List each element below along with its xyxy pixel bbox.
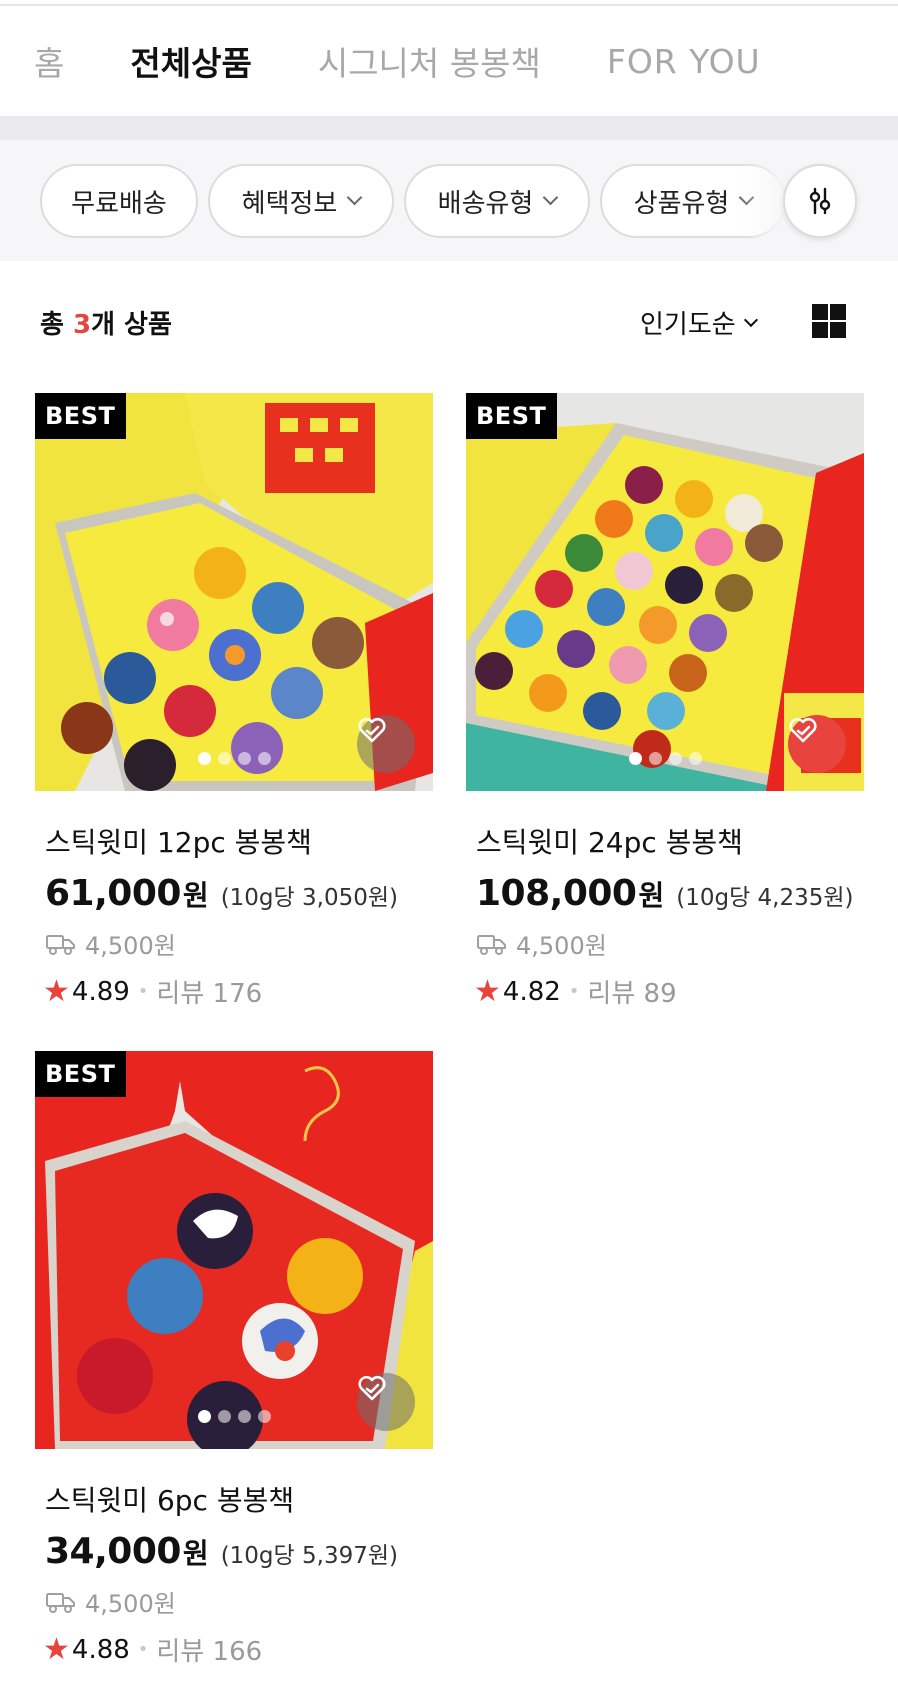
filter-chip-label: 배송유형: [437, 188, 534, 219]
tab-home[interactable]: 홈: [34, 37, 64, 85]
sort-dropdown[interactable]: 인기도순: [640, 304, 758, 341]
filter-settings-button[interactable]: [783, 164, 857, 238]
review-count[interactable]: 리뷰 176: [156, 973, 262, 1010]
heart-check-icon: [358, 1375, 386, 1401]
chevron-down-icon: [739, 189, 755, 206]
rating-row: ★ 4.89 • 리뷰 176: [43, 973, 433, 1010]
best-badge: BEST: [35, 393, 127, 439]
filter-chip-delivery-type[interactable]: 배송유형: [404, 164, 590, 238]
product-name[interactable]: 스틱윗미 6pc 봉봉책: [45, 1479, 433, 1519]
product-image[interactable]: BEST: [466, 393, 864, 791]
product-image[interactable]: BEST: [35, 393, 433, 791]
shipping-fee: 4,500원: [45, 1584, 433, 1619]
star-icon: ★: [43, 1631, 70, 1667]
chevron-down-icon: [543, 189, 559, 206]
best-badge: BEST: [35, 1051, 127, 1097]
product-card[interactable]: BEST 스틱윗미 6pc 봉봉책 34,000 원 (10g당 5,397원)…: [35, 1051, 433, 1668]
price-currency: 원: [182, 879, 209, 912]
rating-row: ★ 4.88 • 리뷰 166: [43, 1631, 433, 1668]
review-count[interactable]: 리뷰 89: [587, 973, 676, 1010]
price-value: 34,000: [45, 1531, 181, 1572]
price-currency: 원: [182, 1537, 209, 1570]
unit-price: (10g당 5,397원): [220, 1543, 398, 1569]
filter-chip-free-shipping[interactable]: 무료배송: [40, 164, 198, 238]
filter-chip-label: 상품유형: [633, 188, 730, 219]
filter-chip-product-type[interactable]: 상품유형: [600, 164, 786, 238]
price-row: 108,000 원 (10g당 4,235원): [476, 873, 864, 914]
separator-dot: •: [568, 981, 580, 1002]
tab-all-products[interactable]: 전체상품: [130, 37, 251, 85]
shipping-fee-value: 4,500원: [85, 1590, 176, 1618]
chevron-down-icon: [347, 189, 363, 206]
product-name[interactable]: 스틱윗미 24pc 봉봉책: [476, 821, 864, 861]
unit-price: (10g당 4,235원): [676, 885, 854, 911]
like-button[interactable]: [357, 715, 415, 773]
rating-row: ★ 4.82 • 리뷰 89: [474, 973, 864, 1010]
separator-dot: •: [137, 981, 149, 1002]
filter-chip-benefits[interactable]: 혜택정보: [208, 164, 394, 238]
section-divider: [0, 116, 898, 140]
sliders-icon: [809, 187, 831, 215]
count-prefix: 총: [40, 310, 73, 340]
heart-check-icon: [358, 717, 386, 743]
delivery-truck-icon: [46, 934, 75, 955]
shipping-fee: 4,500원: [45, 926, 433, 961]
best-badge: BEST: [466, 393, 558, 439]
filter-bar: 무료배송 혜택정보 배송유형 상품유형: [0, 140, 898, 261]
tab-for-you[interactable]: FOR YOU: [607, 42, 761, 81]
grid-view-icon[interactable]: [812, 304, 846, 338]
result-summary: 총 3개 상품 인기도순: [0, 262, 898, 382]
product-image[interactable]: BEST: [35, 1051, 433, 1449]
shipping-fee-value: 4,500원: [85, 932, 176, 960]
product-name[interactable]: 스틱윗미 12pc 봉봉책: [45, 821, 433, 861]
rating-score: 4.88: [71, 1634, 130, 1665]
sort-label: 인기도순: [640, 310, 736, 340]
review-count[interactable]: 리뷰 166: [156, 1631, 262, 1668]
category-tabs: 홈 전체상품 시그니처 봉봉책 FOR YOU: [0, 6, 898, 116]
rating-score: 4.82: [502, 976, 561, 1007]
star-icon: ★: [43, 973, 70, 1009]
price-row: 61,000 원 (10g당 3,050원): [45, 873, 433, 914]
price-value: 108,000: [476, 873, 637, 914]
shipping-fee-value: 4,500원: [516, 932, 607, 960]
chevron-down-icon: [743, 312, 758, 327]
rating-score: 4.89: [71, 976, 130, 1007]
product-count: 총 3개 상품: [40, 304, 172, 341]
price-currency: 원: [638, 879, 665, 912]
unit-price: (10g당 3,050원): [220, 885, 398, 911]
like-button[interactable]: [788, 715, 846, 773]
separator-dot: •: [137, 1639, 149, 1660]
delivery-truck-icon: [477, 934, 506, 955]
count-number: 3: [72, 310, 92, 340]
shipping-fee: 4,500원: [476, 926, 864, 961]
star-icon: ★: [474, 973, 501, 1009]
filter-chip-label: 혜택정보: [241, 188, 338, 219]
count-suffix: 개 상품: [91, 310, 172, 340]
filter-chip-label: 무료배송: [71, 188, 167, 219]
heart-check-icon: [789, 717, 817, 743]
delivery-truck-icon: [46, 1592, 75, 1613]
price-value: 61,000: [45, 873, 181, 914]
product-card[interactable]: BEST 스틱윗미 24pc 봉봉책 108,000 원 (10g당 4,235…: [466, 393, 864, 1010]
price-row: 34,000 원 (10g당 5,397원): [45, 1531, 433, 1572]
like-button[interactable]: [357, 1373, 415, 1431]
tab-signature-bonbon-book[interactable]: 시그니처 봉봉책: [318, 37, 541, 85]
product-card[interactable]: BEST 스틱윗미 12pc 봉봉책 61,000 원 (10g당 3,050원…: [35, 393, 433, 1010]
